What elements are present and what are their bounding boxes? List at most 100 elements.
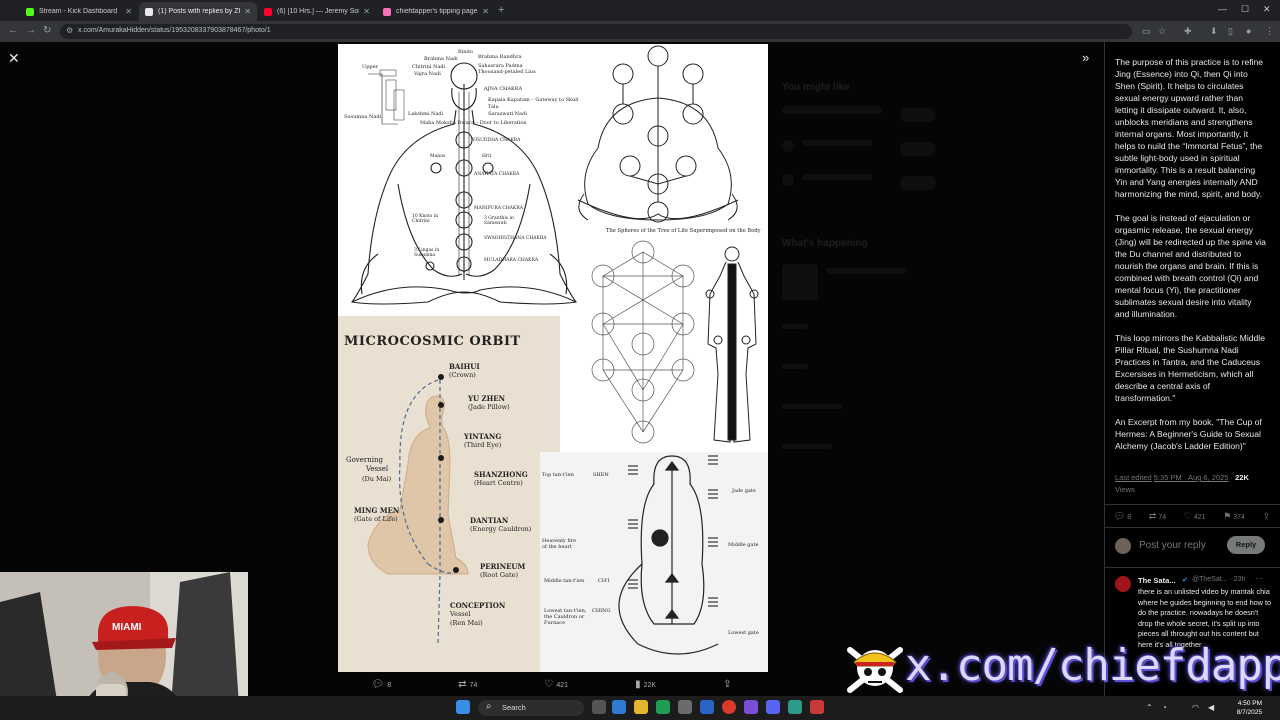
orbit-sublabel: (Heart Centre) <box>474 479 523 487</box>
reply-submit-button[interactable]: Reply <box>1227 536 1265 554</box>
task-view-icon[interactable] <box>592 700 606 714</box>
diagram-label: Saraswati Nadi <box>488 111 527 117</box>
watermark-text: x.com/chiefdapper <box>905 640 1280 691</box>
extensions-icon[interactable]: ✚ <box>1184 26 1192 37</box>
reply-input[interactable]: Post your reply <box>1139 540 1206 551</box>
orbit-sublabel: (Third Eye) <box>464 441 502 449</box>
reply-count: 8 <box>1127 513 1132 521</box>
system-clock[interactable]: 4:50 PM 8/7/2025 <box>1228 699 1262 717</box>
tab-youtube[interactable]: (6) [10 Hrs.] — Jeremy Soule... ✕ <box>258 2 376 21</box>
close-icon[interactable]: ✕ <box>244 7 251 16</box>
split-view-icon[interactable]: ▯ <box>1228 26 1233 37</box>
tab-tipping-page[interactable]: chiefdapper's tipping page ✕ <box>377 2 495 21</box>
close-photo-icon[interactable]: ✕ <box>8 50 20 67</box>
site-info-icon[interactable]: ⚙ <box>66 26 73 35</box>
download-icon[interactable]: ⬇ <box>1210 26 1218 37</box>
close-icon[interactable]: ✕ <box>125 7 132 16</box>
diagram-label: Chitrini Nadi <box>412 64 446 70</box>
discord-icon[interactable] <box>766 700 780 714</box>
orbit-sublabel: (Root Gate) <box>480 571 518 579</box>
heart-icon: ♡ <box>544 678 554 690</box>
youtube-icon <box>264 7 272 16</box>
volume-icon[interactable]: ◀ <box>1208 703 1214 712</box>
maximize-icon[interactable]: ☐ <box>1241 4 1249 15</box>
reply-handle[interactable]: @TheSat... · 23h <box>1192 576 1245 583</box>
share-button[interactable]: ⇪ <box>1263 511 1273 522</box>
orbit-sublabel: (Jade Pillow) <box>468 403 510 411</box>
background-sidebar: You might like What's happening <box>778 42 1104 652</box>
body-spheres-figure <box>705 246 759 443</box>
more-options-icon[interactable]: ··· <box>1255 574 1263 583</box>
tray-chevron-icon[interactable]: ⌃ <box>1146 703 1153 712</box>
reply-button[interactable]: 💬︎ 8 <box>1114 511 1131 522</box>
share-icon: ⇪ <box>723 678 732 690</box>
photo-repost-button[interactable]: ⇄ 74 <box>458 679 477 690</box>
minimize-icon[interactable]: — <box>1218 4 1227 14</box>
post-paragraph: The goal is instead of ejaculation or or… <box>1115 213 1266 319</box>
vscode-icon[interactable] <box>700 700 714 714</box>
like-count: 421 <box>1193 513 1206 521</box>
profile-avatar[interactable]: ● <box>1246 26 1251 36</box>
store-icon[interactable] <box>678 700 692 714</box>
diagram-label: Talu <box>488 104 499 110</box>
repost-button[interactable]: ⇄ 74 <box>1149 511 1166 522</box>
reply-composer: Post your reply Reply <box>1105 528 1280 568</box>
app-icon[interactable] <box>810 700 824 714</box>
post-paragraph: This loop mirrors the Kabbalistic Middle… <box>1115 333 1265 403</box>
close-icon[interactable]: ✕ <box>363 7 370 16</box>
photo-share-button[interactable]: ⇪ <box>723 679 734 690</box>
alchemy-label: Heavenly fire of the heart <box>542 538 577 550</box>
photo-like-button[interactable]: ♡ 421 <box>544 679 568 690</box>
alchemy-label: Lowest gate <box>728 630 759 636</box>
forward-icon[interactable]: → <box>26 25 36 36</box>
bookmark-star-icon[interactable]: ☆ <box>1158 26 1166 37</box>
bookmark-button[interactable]: ⚑ 374 <box>1223 511 1245 522</box>
diagram-label: AJNA CHAKRA <box>484 86 523 92</box>
taskbar-search[interactable]: ⌕ Search <box>478 700 584 716</box>
last-edited-link[interactable]: Last edited <box>1115 473 1152 482</box>
chrome-icon[interactable] <box>722 700 736 714</box>
reply-author-name[interactable]: The Sata... <box>1138 576 1176 585</box>
post-body: The purpose of this practice is to refin… <box>1115 56 1267 464</box>
reload-icon[interactable]: ↻ <box>43 25 51 36</box>
diagram-label: Lakshmi Nadi <box>408 111 444 117</box>
svg-text:MIAMI: MIAMI <box>112 622 142 633</box>
windows-start-icon[interactable] <box>456 700 470 714</box>
wifi-icon[interactable]: ◠ <box>1192 703 1199 712</box>
like-button[interactable]: ♡ 421 <box>1184 511 1206 522</box>
you-might-like-heading: You might like <box>782 82 850 93</box>
orbit-label: BAIHUI <box>449 362 480 371</box>
obs-icon[interactable] <box>744 700 758 714</box>
views-label: Views <box>1115 485 1135 494</box>
new-tab-button[interactable]: + <box>498 4 504 16</box>
timestamp-link[interactable]: 5:35 PM · Aug 6, 2025 <box>1154 473 1229 482</box>
photo-reply-button[interactable]: 💬︎ 8 <box>372 679 392 690</box>
orbit-sublabel: Vessel <box>366 465 389 473</box>
post-stats: 💬︎ 8 ⇄ 74 ♡ 421 ⚑ 374 ⇪ <box>1105 504 1280 528</box>
post-photo[interactable]: The Spheres of the Tree of Life Superimp… <box>338 44 768 672</box>
avatar[interactable] <box>1115 576 1131 592</box>
window-close-icon[interactable]: ✕ <box>1263 4 1271 15</box>
tab-kick-dashboard[interactable]: Stream - Kick Dashboard ✕ <box>20 2 138 21</box>
alchemy-label: Middle tan-t'ien <box>544 578 585 584</box>
edge-icon[interactable] <box>656 700 670 714</box>
cast-icon[interactable]: ▭ <box>1142 26 1151 37</box>
tab-x-posts[interactable]: (1) Posts with replies by Zherk... ✕ <box>139 2 257 21</box>
menu-icon[interactable]: ⋮ <box>1265 26 1274 37</box>
photo-views-button[interactable]: ▮ 22K <box>635 679 656 690</box>
repost-icon: ⇄ <box>458 678 467 690</box>
app-icon[interactable] <box>788 700 802 714</box>
tab-label: (6) [10 Hrs.] — Jeremy Soule... <box>277 8 359 15</box>
diagram-label: Kapala Kapatam – Gateway to Skull <box>488 97 579 103</box>
alchemy-label: SHEN <box>593 472 609 478</box>
tab-label: Stream - Kick Dashboard <box>39 8 118 15</box>
address-bar[interactable]: ⚙ x.com/AmurakaHidden/status/19532083379… <box>60 24 1132 39</box>
network-icon[interactable]: ◔ <box>1162 703 1167 712</box>
close-icon[interactable]: ✕ <box>482 7 489 16</box>
orbit-title: MICROCOSMIC ORBIT <box>344 334 521 349</box>
sephiroth-caption: The Spheres of the Tree of Life Superimp… <box>606 228 761 234</box>
back-icon[interactable]: ← <box>8 25 18 36</box>
alchemy-label: CH'I <box>598 578 610 584</box>
copilot-icon[interactable] <box>612 700 626 714</box>
file-explorer-icon[interactable] <box>634 700 648 714</box>
